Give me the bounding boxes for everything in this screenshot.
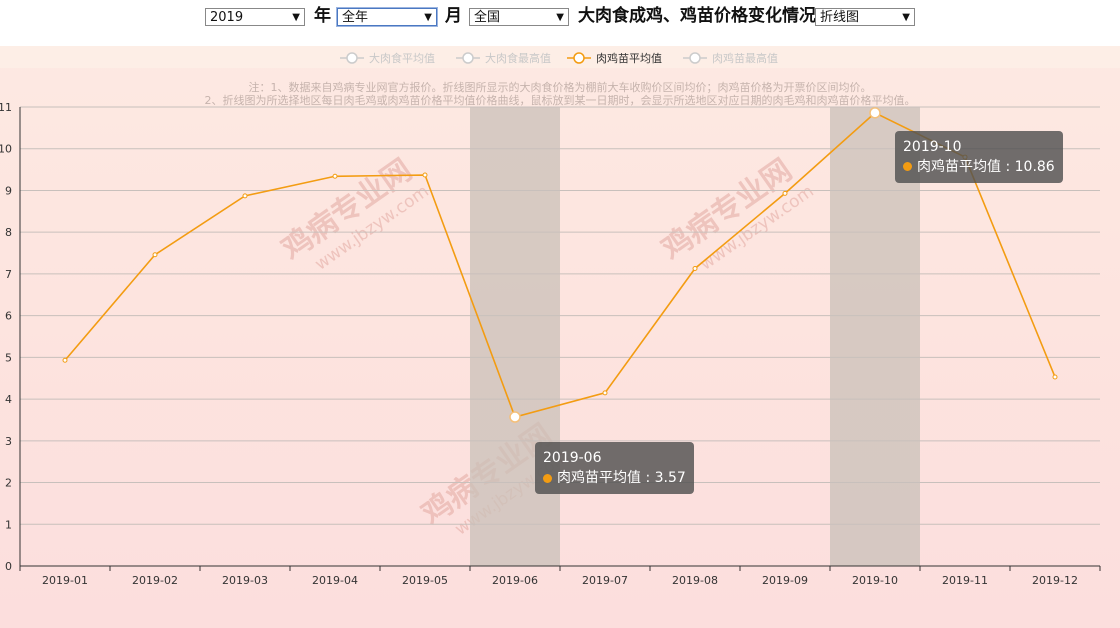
chart-note-line2: 2、折线图为所选择地区每日肉毛鸡或肉鸡苗价格平均值价格曲线，鼠标放到某一日期时，… [204,94,916,107]
tooltip-row: 肉鸡苗平均值 : 10.86 [903,157,1055,177]
tooltip-value: 10.86 [1014,158,1055,175]
legend-circle-icon [689,52,701,64]
legend-item[interactable]: 肉鸡苗平均值 [567,51,662,65]
tooltip: 2019-10 肉鸡苗平均值 : 10.86 [895,130,1063,183]
legend-label: 大肉食最高值 [485,51,551,65]
x-tick-label: 2019-11 [942,574,988,587]
tooltip-separator: : [641,470,655,487]
x-tick-label: 2019-10 [852,574,898,587]
y-tick-label: 4 [5,393,12,406]
y-tick-label: 7 [5,268,12,281]
x-tick-label: 2019-09 [762,574,808,587]
legend-circle-icon [573,52,585,64]
data-point[interactable] [62,357,68,363]
x-tick-label: 2019-05 [402,574,448,587]
legend-label: 肉鸡苗最高值 [712,51,778,65]
legend-circle-icon [346,52,358,64]
tooltip-separator: : [1001,158,1015,175]
y-tick-label: 5 [5,351,12,364]
data-point[interactable] [602,390,608,396]
y-tick-label: 10 [0,143,12,156]
x-tick-label: 2019-04 [312,574,358,587]
y-tick-label: 9 [5,184,12,197]
legend-label: 肉鸡苗平均值 [596,51,662,65]
legend-label: 大肉食平均值 [369,51,435,65]
y-tick-label: 8 [5,226,12,239]
tooltip: 2019-06 肉鸡苗平均值 : 3.57 [535,442,694,495]
tooltip-date: 2019-10 [903,138,962,155]
legend-circle-icon [462,52,474,64]
legend-item[interactable]: 肉鸡苗最高值 [683,51,778,65]
data-point[interactable] [1052,374,1058,380]
hover-highlight-band [470,107,560,566]
chart-note-line1: 注：1、数据来自鸡病专业网官方报价。折线图所显示的大肉食价格为棚前大车收购价区间… [248,81,872,94]
data-point[interactable] [152,252,158,258]
y-tick-label: 1 [5,518,12,531]
x-tick-label: 2019-01 [42,574,88,587]
y-tick-label: 3 [5,435,12,448]
data-point[interactable] [332,173,338,179]
legend-item[interactable]: 大肉食最高值 [456,51,551,65]
x-tick-label: 2019-12 [1032,574,1078,587]
tooltip-value: 3.57 [654,470,686,487]
y-tick-label: 2 [5,477,12,490]
y-tick-label: 0 [5,560,12,573]
tooltip-series-name: 肉鸡苗平均值 [557,470,641,487]
data-point[interactable] [242,193,248,199]
data-point[interactable] [692,265,698,271]
tooltip-row: 肉鸡苗平均值 : 3.57 [543,468,686,488]
data-point[interactable] [422,172,428,178]
x-tick-label: 2019-06 [492,574,538,587]
tooltip-series-name: 肉鸡苗平均值 [917,158,1001,175]
x-tick-label: 2019-07 [582,574,628,587]
x-tick-label: 2019-02 [132,574,178,587]
series-dot-icon [543,473,552,483]
series-dot-icon [903,162,912,172]
x-tick-label: 2019-03 [222,574,268,587]
data-point[interactable] [509,411,521,423]
data-point[interactable] [782,190,788,196]
tooltip-date: 2019-06 [543,450,602,467]
data-point[interactable] [869,107,881,119]
x-tick-label: 2019-08 [672,574,718,587]
y-tick-label: 6 [5,310,12,323]
legend-item[interactable]: 大肉食平均值 [340,51,435,65]
